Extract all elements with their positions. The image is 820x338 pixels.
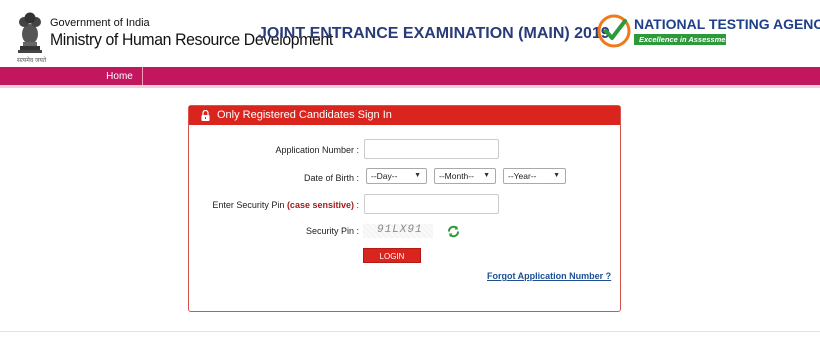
emblem-icon — [18, 12, 42, 53]
chevron-down-icon: ▼ — [553, 172, 560, 179]
dob-day-value: --Day-- — [371, 171, 398, 181]
dob-day-select[interactable]: --Day-- ▼ — [366, 168, 427, 184]
dob-year-value: --Year-- — [508, 171, 537, 181]
sign-in-panel: Only Registered Candidates Sign In Appli… — [188, 105, 621, 312]
security-pin-label: Enter Security Pin (case sensitive) : — [193, 200, 359, 210]
captcha-text: 91LX91 — [377, 224, 423, 236]
panel-title: Only Registered Candidates Sign In — [217, 109, 392, 121]
dob-year-select[interactable]: --Year-- ▼ — [503, 168, 566, 184]
captcha-label: Security Pin : — [305, 226, 359, 236]
lock-icon — [201, 110, 210, 121]
refresh-icon[interactable] — [447, 225, 460, 238]
government-label: Government of India — [50, 17, 150, 29]
security-pin-label-suffix: : — [353, 200, 359, 210]
case-sensitive-note: (case sensitive) — [286, 200, 354, 210]
nta-check-icon — [597, 14, 631, 48]
panel-header: Only Registered Candidates Sign In — [189, 106, 620, 125]
site-header: Government of India Ministry of Human Re… — [0, 0, 820, 66]
nav-home-link[interactable]: Home — [97, 67, 143, 85]
application-number-input[interactable] — [364, 139, 499, 159]
captcha-image: 91LX91 — [363, 224, 433, 238]
emblem-motto: सत्यमेव जयते — [17, 58, 47, 64]
chevron-down-icon: ▼ — [414, 172, 421, 179]
security-pin-label-prefix: Enter Security Pin — [212, 200, 287, 210]
application-number-label: Application Number : — [275, 145, 359, 155]
dob-month-select[interactable]: --Month-- ▼ — [434, 168, 496, 184]
page: Government of India Ministry of Human Re… — [0, 0, 820, 338]
security-pin-input[interactable] — [364, 194, 499, 214]
agency-tagline: Excellence in Assessment — [634, 34, 733, 45]
forgot-application-number-link[interactable]: Forgot Application Number ? — [487, 271, 611, 281]
dob-label: Date of Birth : — [303, 173, 359, 183]
exam-title: JOINT ENTRANCE EXAMINATION (MAIN) 2019 — [258, 25, 610, 42]
footer-divider — [0, 331, 820, 332]
chevron-down-icon: ▼ — [483, 172, 490, 179]
main-nav: Home — [0, 67, 820, 88]
login-button[interactable]: LOGIN — [363, 248, 421, 263]
dob-month-value: --Month-- — [439, 171, 474, 181]
agency-name: NATIONAL TESTING AGENCY — [634, 16, 820, 32]
